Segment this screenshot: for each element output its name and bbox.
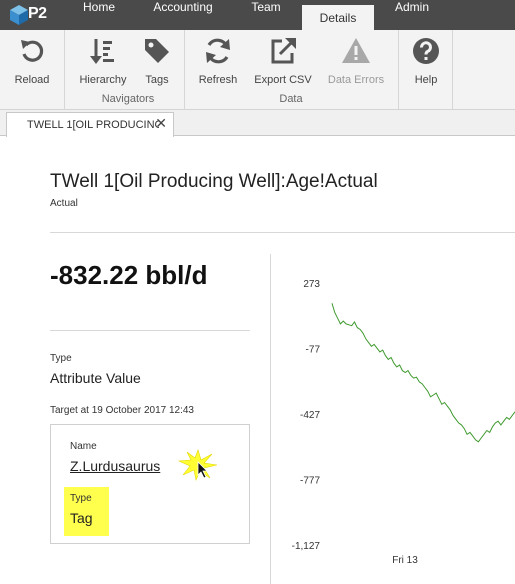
- x-tick-label: Fri 13: [392, 555, 418, 566]
- data-group-label: Data: [279, 93, 303, 105]
- close-tab-icon[interactable]: ✕: [155, 116, 167, 132]
- logo-text: P2: [28, 5, 47, 22]
- nav-tab-details[interactable]: Details: [302, 5, 374, 30]
- hierarchy-label: Hierarchy: [79, 74, 127, 86]
- document-tab-label: TWELL 1[OIL PRODUCING WELL]: [27, 119, 159, 131]
- y-tick-label: -1,127: [292, 541, 321, 552]
- data-errors-button[interactable]: Data Errors: [324, 30, 388, 92]
- y-tick-label: -777: [300, 476, 320, 487]
- y-tick-label: -77: [306, 345, 321, 356]
- help-button[interactable]: Help: [404, 30, 448, 92]
- ribbon-divider: [64, 30, 65, 110]
- ribbon-divider: [452, 30, 453, 110]
- y-tick-label: -427: [300, 410, 320, 421]
- card-name-label: Name: [70, 441, 97, 452]
- export-csv-label: Export CSV: [254, 74, 312, 86]
- nav-tab-accounting[interactable]: Accounting: [140, 0, 226, 30]
- tags-button[interactable]: Tags: [134, 30, 180, 92]
- export-csv-button[interactable]: Export CSV: [250, 30, 316, 92]
- p2-logo-icon: [10, 5, 28, 25]
- tag-name-link[interactable]: Z.Lurdusaurus: [70, 458, 160, 474]
- ribbon-divider: [398, 30, 399, 110]
- type-value: Attribute Value: [50, 370, 141, 386]
- document-tab[interactable]: TWELL 1[OIL PRODUCING WELL] ✕: [6, 112, 174, 137]
- p2-logo[interactable]: P2: [8, 4, 52, 26]
- page-title: TWell 1[Oil Producing Well]:Age!Actual: [50, 171, 378, 192]
- nav-tab-team[interactable]: Team: [238, 0, 294, 30]
- help-label: Help: [414, 74, 438, 86]
- navigators-group-label: Navigators: [101, 93, 155, 105]
- hierarchy-button[interactable]: Hierarchy: [76, 30, 130, 92]
- document-tab-strip: TWELL 1[OIL PRODUCING WELL] ✕: [0, 110, 515, 137]
- help-icon: [413, 38, 439, 64]
- y-tick-label: 273: [303, 279, 320, 290]
- nav-tab-admin[interactable]: Admin: [380, 0, 444, 30]
- mouse-cursor-icon: [197, 461, 208, 479]
- page-subtitle: Actual: [50, 198, 78, 209]
- export-icon: [271, 38, 296, 64]
- trend-chart: 273 -77 -427 -777 -1,127 Fri 13: [292, 279, 515, 566]
- data-errors-label: Data Errors: [327, 74, 385, 86]
- series-line: [331, 303, 515, 443]
- hierarchy-sort-icon: [90, 39, 114, 64]
- refresh-icon: [206, 38, 230, 64]
- warning-icon: [342, 38, 370, 63]
- target-timestamp: Target at 19 October 2017 12:43: [50, 405, 194, 416]
- type-label: Type: [50, 353, 72, 364]
- tag-icon: [145, 39, 169, 63]
- top-navigation-bar: P2 Home Accounting Team Details Admin: [0, 0, 515, 30]
- ribbon-toolbar: Reload Hierarchy Tags Navigators Refresh: [0, 30, 515, 110]
- nav-tab-home[interactable]: Home: [70, 0, 128, 30]
- panel-divider: [270, 254, 271, 584]
- ribbon-divider: [184, 30, 185, 110]
- reload-button[interactable]: Reload: [6, 30, 58, 92]
- tags-label: Tags: [145, 74, 169, 86]
- reload-icon: [21, 40, 44, 62]
- refresh-label: Refresh: [198, 74, 238, 86]
- title-divider: [50, 232, 515, 233]
- refresh-button[interactable]: Refresh: [192, 30, 244, 92]
- current-value: -832.22 bbl/d: [50, 260, 208, 290]
- card-type-label: Type: [70, 493, 92, 504]
- value-divider: [50, 330, 250, 331]
- card-type-value: Tag: [70, 510, 93, 526]
- reload-label: Reload: [14, 74, 50, 86]
